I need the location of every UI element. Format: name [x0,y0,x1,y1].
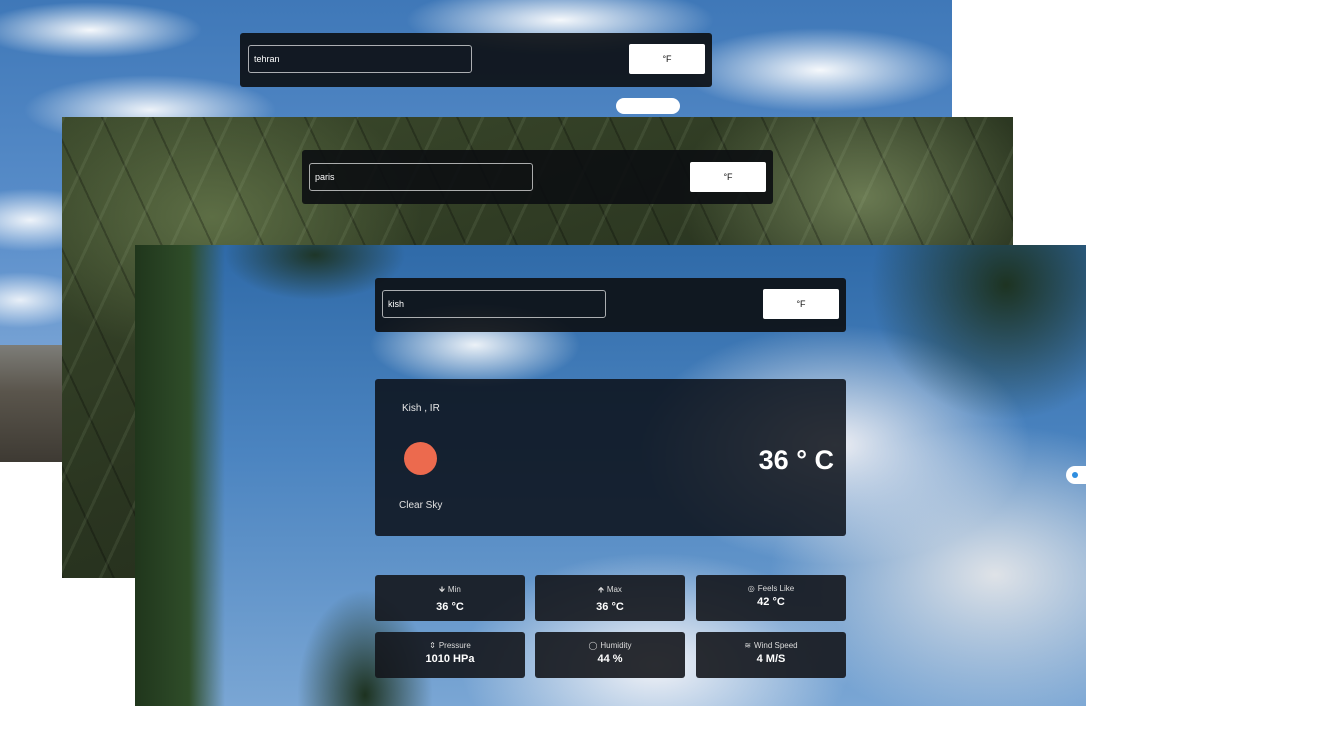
stat-value: 42 °C [757,596,785,608]
city-search-input[interactable] [309,163,533,191]
stat-value: 36 °C [436,601,464,613]
temperature-value: 36 ° C [758,445,834,475]
stat-value: 1010 HPa [425,653,475,665]
arrow-down-icon: 🡻 [439,585,445,594]
weather-app-screen-front: °F Kish , IR 36 ° C Clear Sky 🡻Min 36 °C… [135,245,1086,706]
humidity-icon: ◯ [588,641,598,650]
swipe-indicator [616,98,680,114]
sun-icon [404,442,437,475]
location-label: Kish , IR [402,403,440,414]
city-search-input[interactable] [248,45,472,73]
condition-label: Clear Sky [399,500,443,511]
tree-foliage [285,545,445,706]
unit-toggle-button[interactable]: °F [629,44,705,74]
feels-like-icon: ◎ [747,584,755,593]
stat-label: Pressure [438,641,471,650]
unit-toggle-button[interactable]: °F [690,162,766,192]
stat-tile-feels-like: ◎ Feels Like 42 °C [696,575,846,621]
stat-label: Wind Speed [754,641,798,650]
stat-tile-max: 🡹 Max 36 °C [535,575,685,621]
search-bar: °F [375,278,846,332]
stat-tile-humidity: ◯ Humidity 44 % [535,632,685,678]
stat-tile-wind-speed: ≋ Wind Speed 4 M/S [696,632,846,678]
stat-tile-min: 🡻 Min 36 °C [375,575,525,621]
city-search-input[interactable] [382,290,606,318]
search-bar: °F [240,33,712,87]
stat-value: 4 M/S [756,653,786,665]
tree-foliage [806,245,1086,505]
search-bar: °F [302,150,773,204]
current-weather-card: Kish , IR 36 ° C Clear Sky [375,379,846,536]
pressure-icon: ⇕ [429,641,436,650]
unit-toggle-button[interactable]: °F [763,289,839,319]
scroll-handle[interactable] [1066,466,1086,484]
stat-value: 36 °C [596,601,624,613]
stat-label: Max [606,585,622,594]
stat-label: Humidity [600,641,632,650]
landscape-background [0,345,70,462]
stat-tile-pressure: ⇕ Pressure 1010 HPa [375,632,525,678]
arrow-up-icon: 🡹 [598,585,604,594]
stat-label: Feels Like [757,584,795,593]
stat-value: 44 % [597,653,623,665]
wind-icon: ≋ [744,641,752,650]
stat-label: Min [447,585,461,594]
